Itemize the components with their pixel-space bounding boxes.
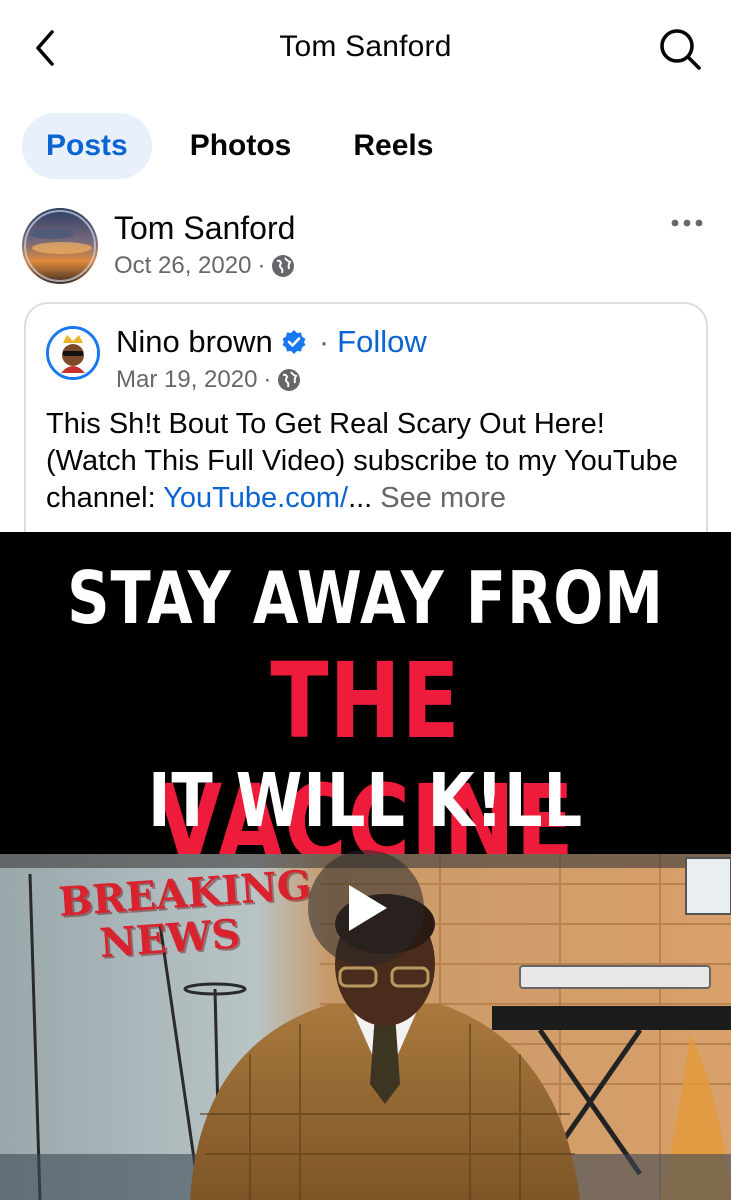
follow-separator: · [318,324,330,359]
tab-reels[interactable]: Reels [329,113,457,179]
globe-icon [278,369,301,391]
play-icon [349,885,387,931]
tab-posts[interactable]: Posts [22,113,152,179]
avatar-image [22,208,98,284]
breaking-news-overlay: BREAKING NEWS [57,861,315,968]
meta-separator: · [257,252,266,279]
text-ellipsis: ... [348,482,373,514]
profile-tabs: Posts Photos Reels [22,112,471,180]
more-options-icon [671,219,703,227]
tab-photos[interactable]: Photos [166,113,316,179]
top-bar: Tom Sanford [0,0,731,100]
follow-button[interactable]: Follow [337,324,427,360]
shared-author-avatar[interactable] [46,326,100,380]
avatar[interactable] [22,208,98,284]
banner-line-1: STAY AWAY FROM [67,556,664,640]
post-author-name[interactable]: Tom Sanford [114,210,295,247]
video-title-banner: STAY AWAY FROM THE VACCINE IT WILL K!LL … [0,532,731,930]
more-options-button[interactable] [670,216,704,230]
globe-icon [272,255,295,277]
verified-badge-icon [282,330,306,354]
shared-post-meta: Mar 19, 2020 · [116,366,301,394]
shared-author-row: Nino brown · Follow [116,324,427,360]
play-button[interactable] [308,850,424,966]
search-button[interactable] [657,26,703,72]
shared-meta-separator: · [263,366,272,393]
post-meta: Oct 26, 2020 · [114,252,295,280]
shared-post-date[interactable]: Mar 19, 2020 [116,366,257,394]
shared-avatar-image [49,329,97,377]
shared-post-text: This Sh!t Bout To Get Real Scary Out Her… [46,406,696,517]
page-title: Tom Sanford [279,30,452,63]
video-player[interactable]: STAY AWAY FROM THE VACCINE IT WILL K!LL … [0,532,731,1200]
youtube-link[interactable]: YouTube.com/ [163,482,348,514]
post-date[interactable]: Oct 26, 2020 [114,252,251,280]
shared-author-name[interactable]: Nino brown [116,324,273,360]
see-more-link[interactable]: See more [380,482,506,514]
search-icon [660,29,701,70]
post-header: Tom Sanford Oct 26, 2020 · [22,206,712,286]
